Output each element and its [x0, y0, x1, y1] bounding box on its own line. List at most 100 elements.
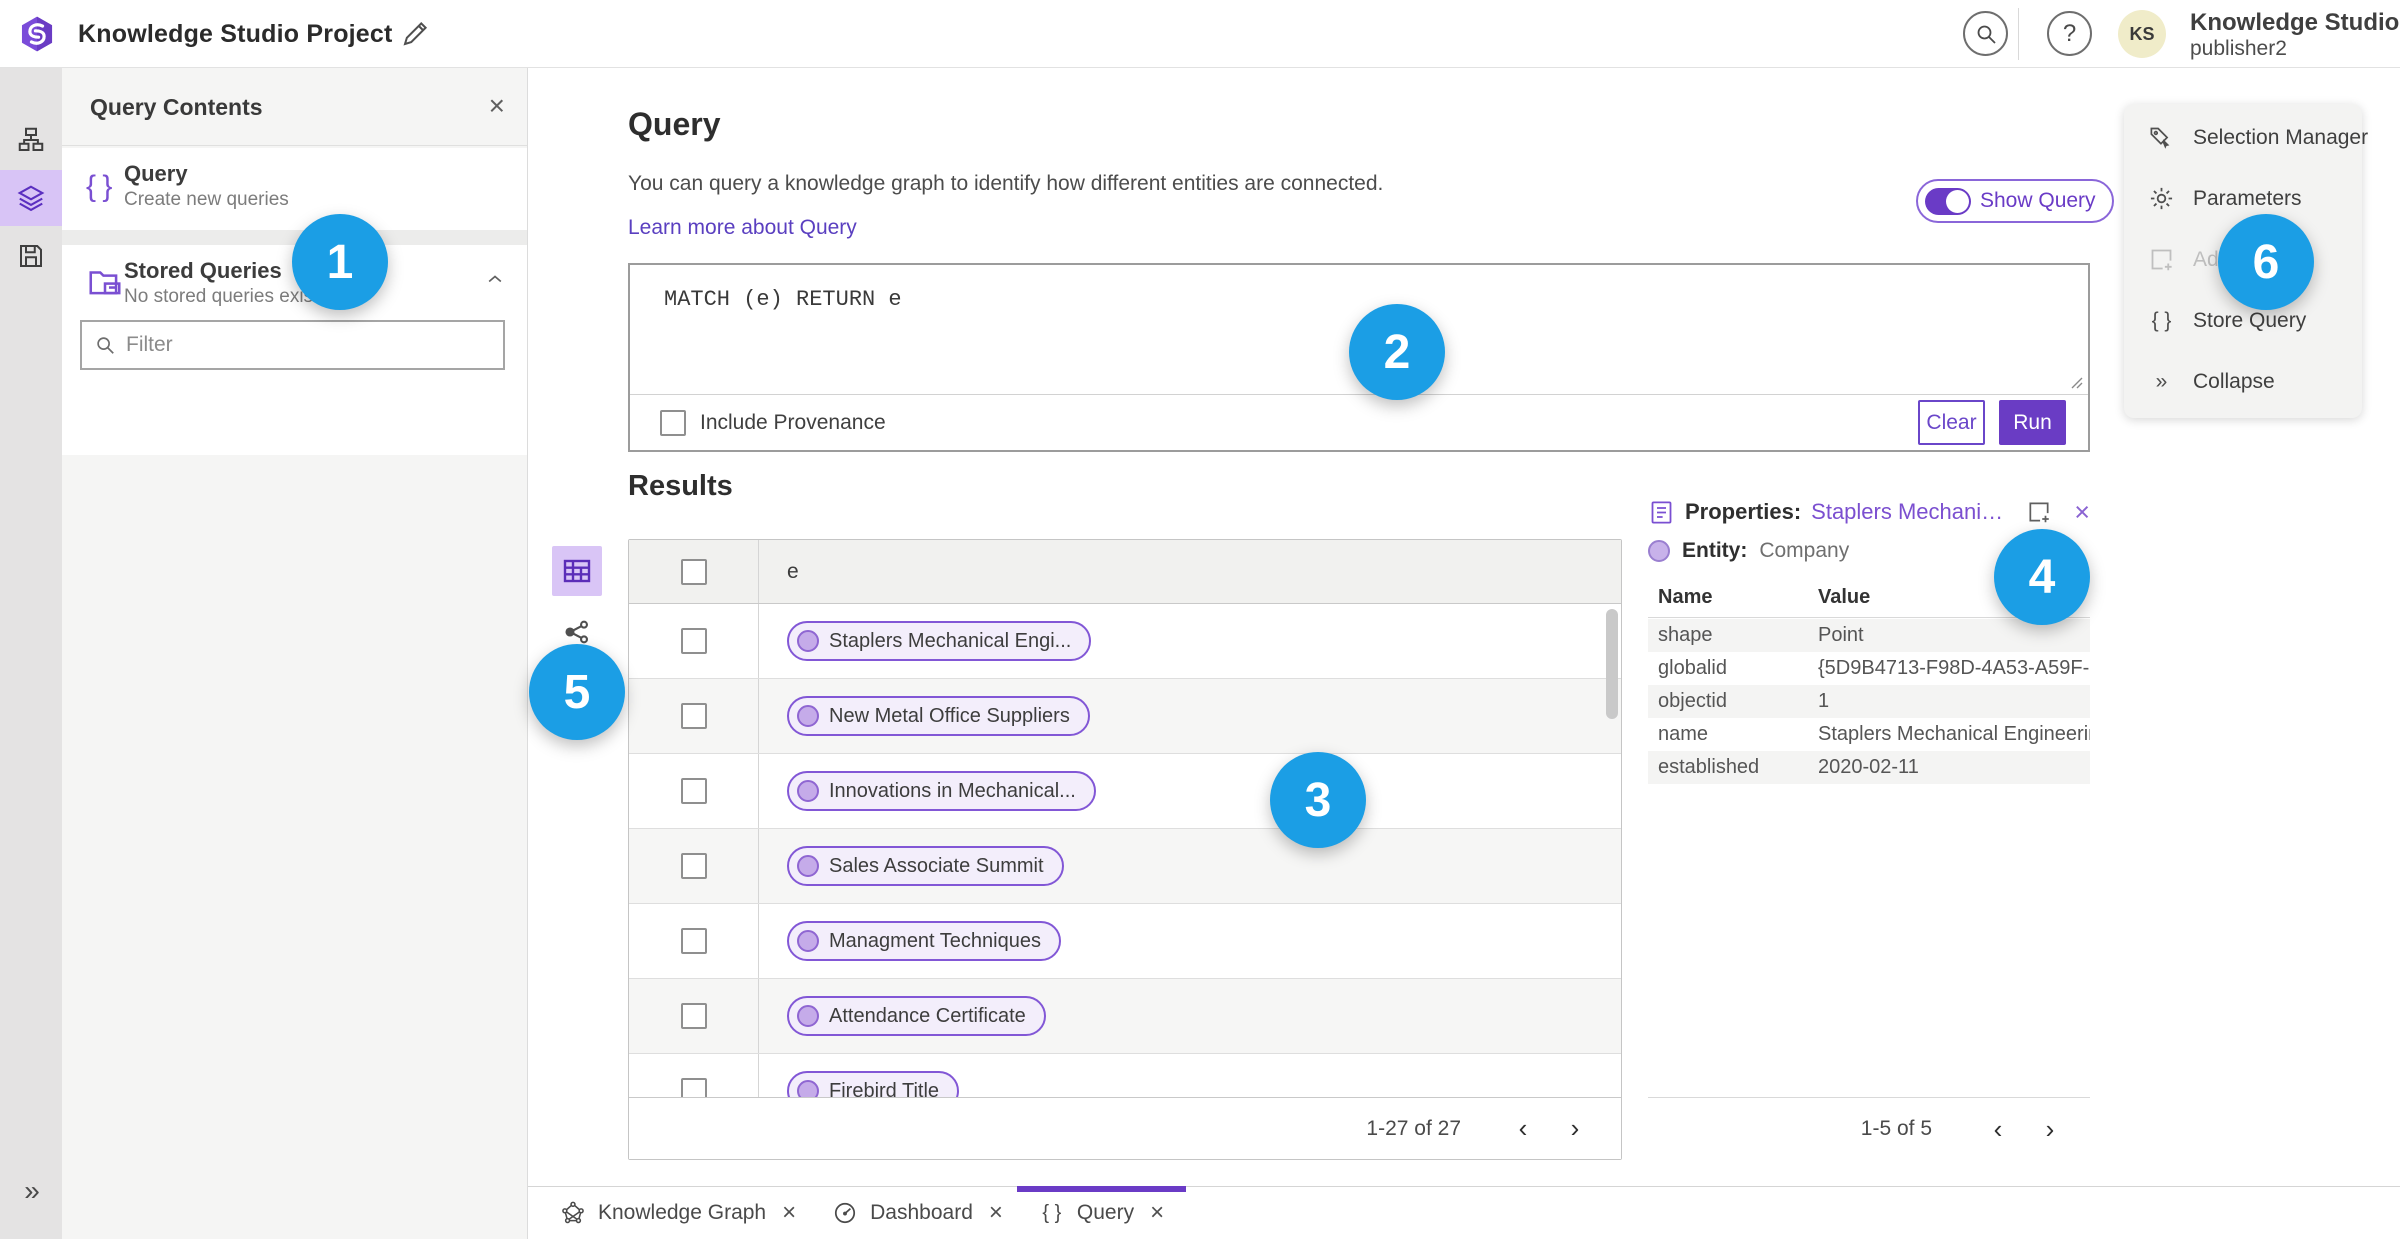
- scrollbar-thumb[interactable]: [1606, 609, 1618, 719]
- double-chevron-icon: »: [2155, 369, 2168, 393]
- chevron-left-icon[interactable]: ‹: [1497, 1113, 1549, 1144]
- select-all-checkbox[interactable]: [680, 558, 707, 585]
- property-name: established: [1658, 756, 1760, 778]
- add-window-icon[interactable]: [2026, 499, 2052, 525]
- run-button[interactable]: Run: [1999, 400, 2066, 445]
- name-column-header: Name: [1658, 586, 1713, 608]
- callout-badge-2: 2: [1349, 304, 1445, 400]
- sitemap-rail-button[interactable]: [0, 112, 62, 168]
- table-grid-icon: [561, 555, 593, 587]
- edit-title-pencil-icon[interactable]: [400, 19, 430, 49]
- user-block[interactable]: Knowledge Studio publisher2: [2190, 9, 2399, 61]
- property-value: Staplers Mechanical Engineering: [1818, 723, 2090, 745]
- include-provenance-checkbox[interactable]: [660, 409, 686, 436]
- query-heading: Query: [628, 106, 721, 142]
- selection-manager-icon: [2148, 124, 2175, 151]
- entity-dot-icon: [1648, 540, 1670, 562]
- property-name: shape: [1658, 624, 1713, 646]
- entity-dot-icon: [797, 1005, 819, 1027]
- row-checkbox[interactable]: [680, 1078, 707, 1099]
- panel-header: Query Contents ×: [62, 68, 527, 146]
- row-checkbox[interactable]: [680, 703, 707, 729]
- column-header-e[interactable]: e: [759, 540, 1621, 603]
- property-row: shape Point: [1648, 619, 2090, 652]
- callout-badge-6: 6: [2218, 214, 2314, 310]
- clear-button[interactable]: Clear: [1918, 400, 1985, 445]
- expand-rail-button[interactable]: »: [0, 1163, 62, 1219]
- user-avatar[interactable]: KS: [2118, 10, 2166, 58]
- stored-queries-folder-icon: [86, 263, 124, 306]
- entity-chip-label: Managment Techniques: [829, 929, 1041, 952]
- stored-queries-sublabel: No stored queries exist: [124, 286, 319, 307]
- row-checkbox[interactable]: [680, 1003, 707, 1029]
- entity-line: Entity: Company: [1648, 539, 1849, 563]
- results-table: e Staplers Mechanical Engi... New Metal …: [628, 539, 1622, 1160]
- properties-entity-link[interactable]: Staplers Mechanic...: [1811, 499, 2006, 525]
- close-icon[interactable]: ×: [782, 1199, 796, 1227]
- dashboard-icon: [832, 1200, 858, 1226]
- toggle-switch-icon[interactable]: [1925, 187, 1971, 215]
- close-icon[interactable]: ×: [489, 90, 505, 122]
- entity-chip[interactable]: Managment Techniques: [787, 921, 1061, 961]
- search-button[interactable]: [1963, 11, 2008, 56]
- chevron-right-icon[interactable]: ›: [2024, 1114, 2076, 1145]
- chevron-left-icon[interactable]: ‹: [1972, 1114, 2024, 1145]
- menu-item[interactable]: Selection Manager: [2124, 107, 2368, 168]
- menu-item-label: Parameters: [2193, 186, 2302, 210]
- entity-type-value: Company: [1759, 539, 1850, 562]
- chevron-up-icon[interactable]: [485, 269, 505, 289]
- row-checkbox[interactable]: [680, 628, 707, 654]
- bottom-tab[interactable]: Dashboard ×: [814, 1187, 1021, 1239]
- entity-dot-icon: [797, 630, 819, 652]
- bottom-tab[interactable]: { } Query ×: [1016, 1186, 1187, 1239]
- properties-pagination-text: 1-5 of 5: [1860, 1117, 1932, 1140]
- show-query-toggle[interactable]: Show Query: [1916, 179, 2114, 223]
- gear-icon: [2148, 185, 2175, 212]
- entity-chip[interactable]: Attendance Certificate: [787, 996, 1046, 1036]
- row-entity-cell: Sales Associate Summit: [759, 829, 1621, 903]
- table-row: New Metal Office Suppliers: [629, 679, 1621, 754]
- filter-input[interactable]: [126, 333, 491, 357]
- save-icon: [16, 241, 46, 271]
- entity-chip[interactable]: Staplers Mechanical Engi...: [787, 621, 1092, 661]
- entity-dot-icon: [797, 855, 819, 877]
- close-icon[interactable]: ×: [2074, 498, 2090, 526]
- search-icon: [94, 334, 116, 356]
- table-row: Innovations in Mechanical...: [629, 754, 1621, 829]
- show-query-label: Show Query: [1980, 189, 2096, 212]
- row-checkbox[interactable]: [680, 853, 707, 879]
- row-entity-cell: Managment Techniques: [759, 904, 1621, 978]
- contents-rail-button-active[interactable]: [0, 170, 62, 226]
- entity-chip[interactable]: New Metal Office Suppliers: [787, 696, 1090, 736]
- save-rail-button[interactable]: [0, 228, 62, 284]
- query-item[interactable]: { } Query Create new queries: [62, 148, 527, 230]
- menu-item[interactable]: » Collapse: [2124, 351, 2362, 412]
- bottom-tab-bar: Knowledge Graph × Dashboard × { } Query …: [528, 1186, 2400, 1239]
- query-item-sublabel: Create new queries: [124, 189, 289, 210]
- entity-chip[interactable]: Sales Associate Summit: [787, 846, 1064, 886]
- table-row: Managment Techniques: [629, 904, 1621, 979]
- entity-chip[interactable]: Innovations in Mechanical...: [787, 771, 1096, 811]
- results-pagination: 1-27 of 27 ‹ ›: [629, 1097, 1621, 1159]
- property-row: name Staplers Mechanical Engineering: [1648, 718, 2090, 751]
- left-rail: »: [0, 68, 62, 1239]
- resize-grip-icon[interactable]: [2067, 373, 2083, 389]
- close-icon[interactable]: ×: [1150, 1199, 1164, 1227]
- table-view-button-active[interactable]: [552, 546, 602, 596]
- layers-icon: [16, 183, 46, 213]
- close-icon[interactable]: ×: [989, 1199, 1003, 1227]
- bottom-tab[interactable]: Knowledge Graph ×: [542, 1187, 814, 1239]
- add-window-icon: [2148, 246, 2175, 273]
- entity-chip[interactable]: Firebird Title: [787, 1071, 960, 1099]
- row-checkbox[interactable]: [680, 928, 707, 954]
- entity-chip-label: New Metal Office Suppliers: [829, 704, 1070, 727]
- row-checkbox-cell: [629, 679, 759, 753]
- row-checkbox-cell: [629, 829, 759, 903]
- row-checkbox[interactable]: [680, 778, 707, 804]
- chevron-right-icon[interactable]: ›: [1549, 1113, 1601, 1144]
- entity-chip-label: Staplers Mechanical Engi...: [829, 629, 1072, 652]
- user-name: Knowledge Studio: [2190, 9, 2400, 36]
- learn-more-link[interactable]: Learn more about Query: [628, 216, 857, 240]
- help-button[interactable]: ?: [2047, 11, 2092, 56]
- app-logo-icon[interactable]: [18, 15, 56, 53]
